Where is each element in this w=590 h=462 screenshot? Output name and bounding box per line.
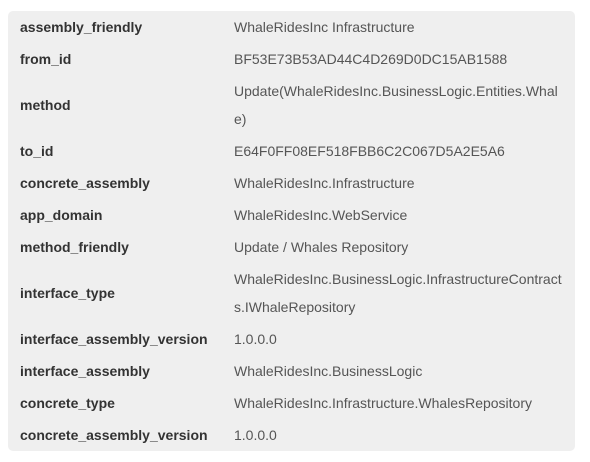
property-value: WhaleRidesInc.WebService [234, 207, 408, 223]
property-value: Update(WhaleRidesInc.BusinessLogic.Entit… [234, 83, 558, 127]
property-row: concrete_assembly WhaleRidesInc.Infrastr… [8, 167, 575, 199]
property-key: from_id [20, 51, 72, 67]
properties-panel: assembly_friendly WhaleRidesInc Infrastr… [8, 11, 575, 451]
property-row: assembly_friendly WhaleRidesInc Infrastr… [8, 11, 575, 43]
property-value: WhaleRidesInc.BusinessLogic.Infrastructu… [234, 271, 562, 315]
property-key: interface_assembly [20, 363, 150, 379]
property-key: assembly_friendly [20, 19, 143, 35]
property-key: interface_assembly_version [20, 331, 208, 347]
property-value: 1.0.0.0 [234, 427, 277, 443]
property-key: method [20, 97, 71, 113]
property-key: method_friendly [20, 239, 129, 255]
property-value: E64F0FF08EF518FBB6C2C067D5A2E5A6 [234, 143, 505, 159]
property-key: concrete_type [20, 395, 115, 411]
property-row: interface_assembly WhaleRidesInc.Busines… [8, 355, 575, 387]
property-row: concrete_type WhaleRidesInc.Infrastructu… [8, 387, 575, 419]
property-key: to_id [20, 143, 54, 159]
property-row: interface_assembly_version 1.0.0.0 [8, 323, 575, 355]
property-value: BF53E73B53AD44C4D269D0DC15AB1588 [234, 51, 508, 67]
property-row: method_friendly Update / Whales Reposito… [8, 231, 575, 263]
property-key: interface_type [20, 285, 115, 301]
property-row: concrete_assembly_version 1.0.0.0 [8, 419, 575, 451]
property-value: WhaleRidesInc.BusinessLogic [234, 363, 423, 379]
property-row: from_id BF53E73B53AD44C4D269D0DC15AB1588 [8, 43, 575, 75]
property-key: concrete_assembly [20, 175, 150, 191]
property-value: Update / Whales Repository [234, 239, 409, 255]
property-row: to_id E64F0FF08EF518FBB6C2C067D5A2E5A6 [8, 135, 575, 167]
property-key: concrete_assembly_version [20, 427, 208, 443]
property-value: WhaleRidesInc.Infrastructure.WhalesRepos… [234, 395, 533, 411]
property-row: interface_type WhaleRidesInc.BusinessLog… [8, 263, 575, 323]
property-value: WhaleRidesInc Infrastructure [234, 19, 415, 35]
property-value: WhaleRidesInc.Infrastructure [234, 175, 415, 191]
property-row: method Update(WhaleRidesInc.BusinessLogi… [8, 75, 575, 135]
property-key: app_domain [20, 207, 103, 223]
property-value: 1.0.0.0 [234, 331, 277, 347]
property-row: app_domain WhaleRidesInc.WebService [8, 199, 575, 231]
